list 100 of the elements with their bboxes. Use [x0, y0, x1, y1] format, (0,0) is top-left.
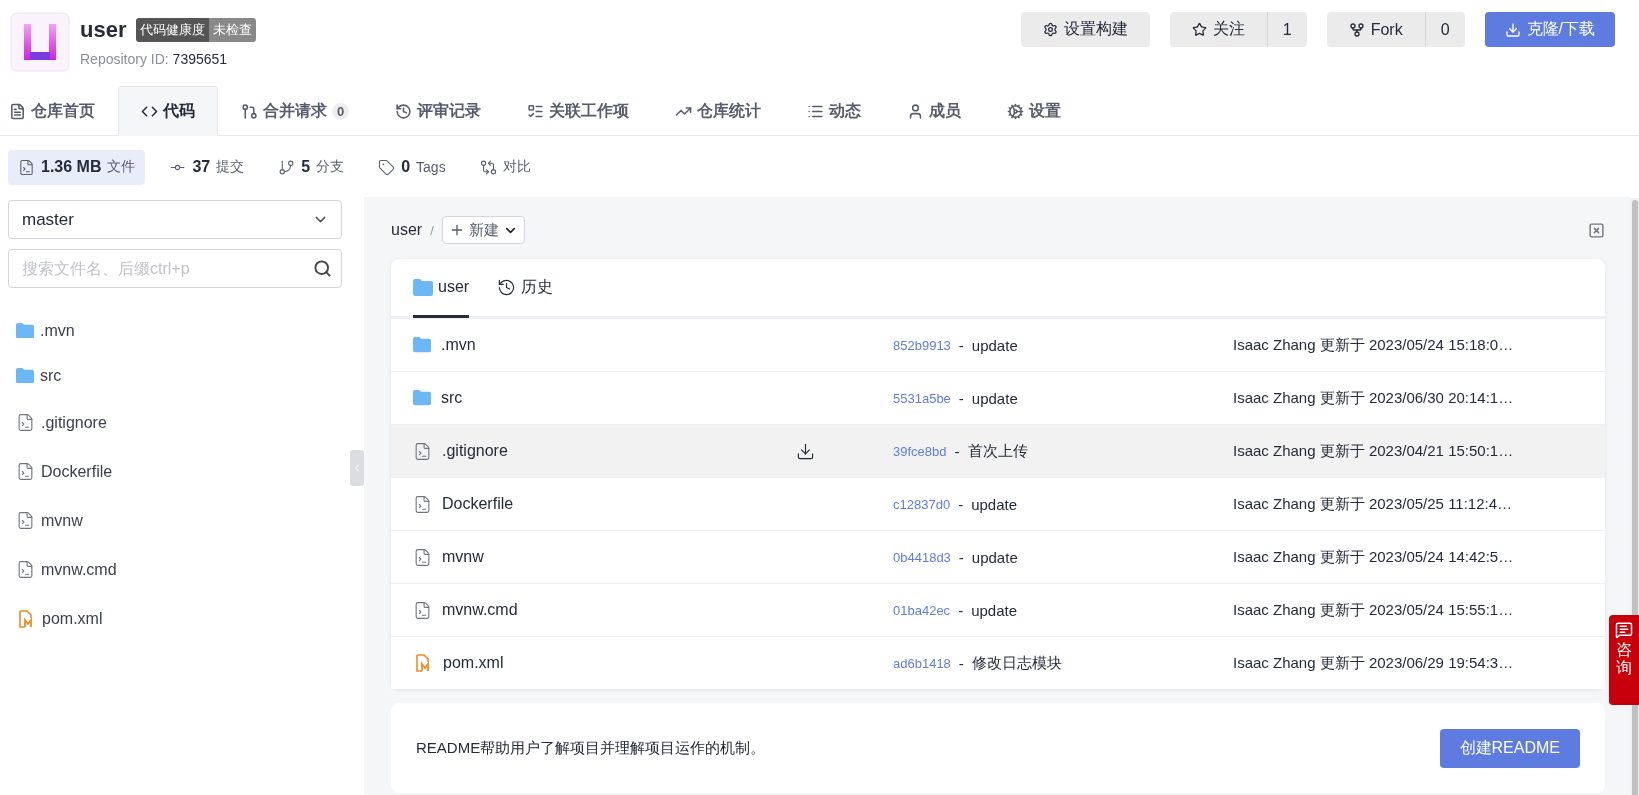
- star-icon: [1191, 22, 1207, 37]
- nav-tab-label: 评审记录: [417, 101, 482, 121]
- updated-info: Isaac Zhang 更新于 2023/05/25 11:12:4…: [1233, 494, 1514, 514]
- stat-value: 0: [401, 158, 411, 176]
- search-icon[interactable]: [313, 259, 332, 278]
- nav-tab-label: 成员: [929, 101, 962, 121]
- close-panel-icon[interactable]: [1588, 221, 1605, 239]
- file-icon: [16, 560, 35, 579]
- list-icon: [807, 103, 825, 120]
- file-name[interactable]: mvnw: [442, 548, 484, 566]
- file-name[interactable]: .gitignore: [442, 442, 508, 460]
- commit-dash: -: [954, 442, 960, 460]
- updated-info: Isaac Zhang 更新于 2023/05/24 15:18:0…: [1233, 335, 1515, 355]
- commit-message: update: [971, 389, 1018, 407]
- readme-hint: README帮助用户了解项目并理解项目运作的机制。: [416, 738, 766, 758]
- file-row[interactable]: .mvn 852b9913 - update Isaac Zhang 更新于 2023/05/24 15:18:0…: [391, 318, 1605, 371]
- commit-message: update: [971, 601, 1017, 619]
- nav-tab[interactable]: 评审记录: [372, 86, 505, 136]
- nav-tab-label: 代码: [163, 101, 195, 121]
- nav-tab[interactable]: 代码: [118, 86, 218, 136]
- branch-select[interactable]: master: [8, 200, 342, 239]
- fork-button[interactable]: Fork: [1326, 12, 1425, 47]
- commit-hash-link[interactable]: 852b9913: [893, 337, 951, 353]
- file-row[interactable]: src 5531a5be - update Isaac Zhang 更新于 2023/06/30 20:14:1…: [391, 371, 1605, 424]
- stat-tab[interactable]: 0 Tags: [368, 149, 456, 185]
- tree-item[interactable]: mvnw: [41, 511, 83, 530]
- build-settings-button[interactable]: 设置构建: [1020, 12, 1150, 47]
- stat-label: 分支: [316, 158, 345, 176]
- file-row[interactable]: pom.xml ad6b1418 - 修改日志模块 Isaac Zhang 更新于 2023/06/29 19:54:3…: [391, 636, 1605, 689]
- nav-tab[interactable]: 成员: [884, 86, 985, 136]
- watch-button[interactable]: 关注: [1169, 12, 1267, 47]
- count-badge: 0: [332, 103, 350, 120]
- clock-icon: [395, 103, 413, 120]
- commit-message: update: [971, 336, 1018, 354]
- repository-id: Repository ID: 7395651: [80, 51, 229, 67]
- file-icon: [16, 413, 35, 432]
- commit-message: update: [971, 548, 1018, 566]
- nav-tab[interactable]: 仓库首页: [8, 86, 118, 136]
- breadcrumb-path[interactable]: user: [391, 221, 423, 239]
- stat-tab[interactable]: 1.36 MB 文件: [8, 149, 146, 185]
- folder-icon: [16, 367, 34, 384]
- file-row[interactable]: .gitignore 39fce8bd - 首次上传 Isaac Zhang 更新于 2023/04/21 15:50:1…: [391, 424, 1605, 477]
- search-field[interactable]: 搜索文件名、后缀ctrl+p: [8, 249, 342, 288]
- file-name[interactable]: pom.xml: [443, 654, 504, 672]
- nav-tab[interactable]: 合并请求 0: [218, 86, 373, 136]
- updated-info: Isaac Zhang 更新于 2023/05/24 14:42:5…: [1233, 547, 1515, 567]
- settings-icon: [1007, 103, 1025, 120]
- nav-tab-label: 合并请求: [263, 101, 327, 121]
- fork-icon: [1348, 21, 1365, 38]
- stat-tab[interactable]: 37 提交: [159, 149, 255, 185]
- nav-tab[interactable]: 设置: [984, 86, 1085, 136]
- tree-item[interactable]: mvnw.cmd: [41, 560, 117, 579]
- nav-tab[interactable]: 仓库统计: [652, 86, 785, 136]
- tree-item[interactable]: .gitignore: [41, 413, 107, 432]
- tree-item[interactable]: src: [40, 366, 62, 385]
- tree-item[interactable]: .mvn: [40, 321, 75, 340]
- updated-info: Isaac Zhang 更新于 2023/06/29 19:54:3…: [1233, 653, 1515, 673]
- file-row[interactable]: Dockerfile c12837d0 - update Isaac Zhang 更新于 2023/05/25 11:12:4…: [391, 477, 1605, 530]
- commit-hash-link[interactable]: ad6b1418: [893, 655, 951, 671]
- commit-hash-link[interactable]: 01ba42ec: [893, 602, 951, 618]
- tree-item[interactable]: pom.xml: [42, 609, 103, 628]
- commit-hash-link[interactable]: c12837d0: [893, 496, 951, 512]
- tag-icon: [378, 158, 396, 176]
- commit-hash-link[interactable]: 39fce8bd: [893, 443, 947, 459]
- nav-tab[interactable]: 动态: [784, 86, 885, 136]
- commit-message: update: [971, 495, 1017, 513]
- commit-dash: -: [958, 389, 964, 407]
- stat-value: 37: [192, 158, 211, 176]
- consult-button[interactable]: 咨询: [1609, 615, 1639, 705]
- file-row[interactable]: mvnw.cmd 01ba42ec - update Isaac Zhang 更新于 2023/05/24 15:55:1…: [391, 583, 1605, 636]
- checklist-icon: [527, 103, 545, 120]
- create-readme-button[interactable]: 创建README: [1439, 728, 1580, 768]
- file-name[interactable]: .mvn: [441, 336, 476, 354]
- commit-hash-link[interactable]: 5531a5be: [893, 390, 951, 406]
- commit-dash: -: [958, 495, 964, 513]
- commit-dash: -: [958, 601, 964, 619]
- gear-icon: [1042, 22, 1058, 37]
- compare-icon: [479, 158, 497, 176]
- file-icon: [18, 158, 35, 176]
- nav-tab-label: 动态: [829, 101, 862, 121]
- download-icon[interactable]: [796, 441, 815, 461]
- new-button[interactable]: 新建: [441, 216, 525, 244]
- nav-tab[interactable]: 关联工作项: [504, 86, 653, 136]
- stat-tab[interactable]: 5 分支: [268, 149, 355, 185]
- pull-request-icon: [241, 103, 258, 120]
- clone-download-button[interactable]: 克隆/下载: [1484, 12, 1615, 47]
- stat-value: 1.36 MB: [41, 158, 102, 176]
- collapse-handle[interactable]: [350, 450, 364, 486]
- stat-tab[interactable]: 对比: [469, 149, 541, 185]
- file-name[interactable]: Dockerfile: [442, 495, 514, 513]
- file-name[interactable]: src: [441, 389, 463, 407]
- card-tab[interactable]: 历史: [497, 259, 554, 318]
- file-name[interactable]: mvnw.cmd: [442, 601, 518, 619]
- tree-item[interactable]: Dockerfile: [41, 462, 113, 481]
- fork-count: 0: [1424, 12, 1465, 47]
- stat-value: 5: [301, 158, 311, 176]
- file-row[interactable]: mvnw 0b4418d3 - update Isaac Zhang 更新于 2023/05/24 14:42:5…: [391, 530, 1605, 583]
- commit-hash-link[interactable]: 0b4418d3: [893, 549, 951, 565]
- updated-info: Isaac Zhang 更新于 2023/06/30 20:14:1…: [1233, 388, 1515, 408]
- updated-info: Isaac Zhang 更新于 2023/04/21 15:50:1…: [1233, 441, 1515, 461]
